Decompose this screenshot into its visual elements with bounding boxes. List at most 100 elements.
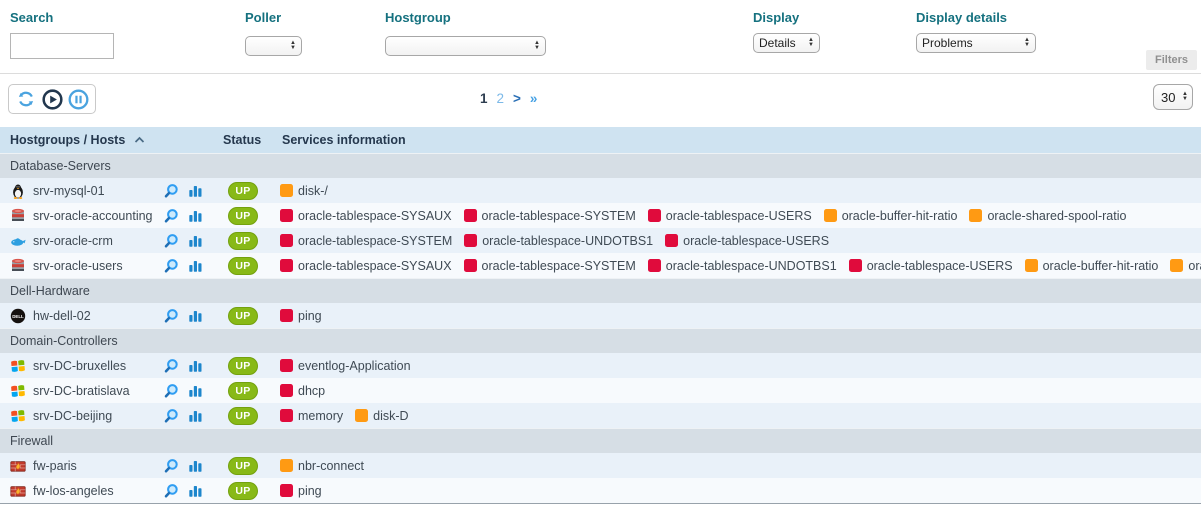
service-status-critical-square[interactable] [280,359,293,372]
select-arrows-icon: ▲▼ [290,41,296,51]
host-cell: srv-DC-bratislava [0,383,163,399]
host-name[interactable]: srv-oracle-accounting [33,209,153,223]
status-badge: UP [228,482,258,500]
host-name[interactable]: srv-mysql-01 [33,184,105,198]
last-page-button[interactable]: » [530,91,537,106]
display-select[interactable]: Details ▲▼ [753,33,820,53]
host-os-icon: DELL [10,308,26,324]
refresh-button[interactable] [15,88,37,110]
service-name[interactable]: oracle-tablespace-USERS [867,259,1013,273]
service-name[interactable]: oracle-tablespace-UNDOTBS1 [482,234,653,248]
service-status-critical-square[interactable] [280,209,293,222]
host-name[interactable]: srv-DC-beijing [33,409,112,423]
host-graph-button[interactable] [188,233,203,248]
page-button-1[interactable]: 1 [480,91,488,106]
search-input[interactable] [10,33,114,59]
service-status-critical-square[interactable] [280,259,293,272]
host-graph-button[interactable] [188,208,203,223]
host-details-button[interactable] [163,233,179,249]
host-name[interactable]: srv-DC-bratislava [33,384,130,398]
service-name[interactable]: memory [298,409,343,423]
service-name[interactable]: ping [298,484,322,498]
host-details-button[interactable] [163,483,179,499]
service-item: disk-/ [280,184,328,198]
host-name[interactable]: hw-dell-02 [33,309,91,323]
host-details-button[interactable] [163,183,179,199]
poller-select[interactable]: ▲▼ [245,36,302,56]
column-hostgroups-hosts[interactable]: Hostgroups / Hosts [0,133,223,147]
service-name[interactable]: ping [298,309,322,323]
service-status-critical-square[interactable] [280,409,293,422]
service-name[interactable]: oracle-tablespace-SYSTEM [298,234,452,248]
page-button-2[interactable]: 2 [497,91,505,106]
hostgroup-select[interactable]: ▲▼ [385,36,546,56]
service-name[interactable]: oracle-shared-spool-ratio [1188,259,1201,273]
service-name[interactable]: oracle-tablespace-USERS [666,209,812,223]
hostgroup-name: Firewall [10,434,53,448]
service-name[interactable]: nbr-connect [298,459,364,473]
host-name[interactable]: srv-DC-bruxelles [33,359,126,373]
service-name[interactable]: oracle-tablespace-SYSAUX [298,259,452,273]
page-size-select[interactable]: 30 ▲▼ [1153,84,1193,110]
host-details-button[interactable] [163,358,179,374]
column-services-information[interactable]: Services information [280,133,1201,147]
next-page-button[interactable]: > [513,91,521,106]
service-name[interactable]: dhcp [298,384,325,398]
service-name[interactable]: oracle-shared-spool-ratio [987,209,1126,223]
host-details-button[interactable] [163,308,179,324]
host-details-button[interactable] [163,383,179,399]
host-status-cell: UP [223,182,280,200]
service-status-warning-square[interactable] [824,209,837,222]
service-status-critical-square[interactable] [464,259,477,272]
host-details-button[interactable] [163,208,179,224]
host-details-button[interactable] [163,408,179,424]
service-status-warning-square[interactable] [355,409,368,422]
column-status[interactable]: Status [223,133,280,147]
service-status-critical-square[interactable] [648,209,661,222]
service-status-critical-square[interactable] [280,234,293,247]
service-name[interactable]: disk-D [373,409,408,423]
service-status-critical-square[interactable] [280,309,293,322]
service-status-warning-square[interactable] [280,459,293,472]
service-name[interactable]: oracle-tablespace-SYSTEM [482,209,636,223]
host-details-button[interactable] [163,458,179,474]
host-graph-button[interactable] [188,258,203,273]
service-name[interactable]: oracle-tablespace-UNDOTBS1 [666,259,837,273]
service-status-critical-square[interactable] [665,234,678,247]
display-details-select[interactable]: Problems ▲▼ [916,33,1036,53]
host-graph-button[interactable] [188,408,203,423]
service-name[interactable]: oracle-tablespace-SYSTEM [482,259,636,273]
service-status-critical-square[interactable] [280,384,293,397]
service-status-critical-square[interactable] [464,209,477,222]
service-name[interactable]: oracle-buffer-hit-ratio [842,209,958,223]
filters-button[interactable]: Filters [1146,50,1197,70]
service-name[interactable]: disk-/ [298,184,328,198]
service-status-warning-square[interactable] [280,184,293,197]
service-status-warning-square[interactable] [1170,259,1183,272]
service-status-critical-square[interactable] [849,259,862,272]
service-status-critical-square[interactable] [280,484,293,497]
pause-button[interactable] [67,88,89,110]
host-graph-button[interactable] [188,308,203,323]
host-graph-button[interactable] [188,358,203,373]
service-name[interactable]: oracle-tablespace-SYSAUX [298,209,452,223]
service-name[interactable]: oracle-buffer-hit-ratio [1043,259,1159,273]
service-name[interactable]: eventlog-Application [298,359,411,373]
host-graph-button[interactable] [188,183,203,198]
host-name[interactable]: srv-oracle-users [33,259,123,273]
service-status-warning-square[interactable] [1025,259,1038,272]
host-graph-button[interactable] [188,383,203,398]
host-details-button[interactable] [163,258,179,274]
host-name[interactable]: fw-los-angeles [33,484,114,498]
host-name[interactable]: fw-paris [33,459,77,473]
service-name[interactable]: oracle-tablespace-USERS [683,234,829,248]
host-actions-cell [163,358,223,374]
host-graph-button[interactable] [188,483,203,498]
play-button[interactable] [41,88,63,110]
host-cell: DELL hw-dell-02 [0,308,163,324]
service-status-critical-square[interactable] [464,234,477,247]
service-status-critical-square[interactable] [648,259,661,272]
host-name[interactable]: srv-oracle-crm [33,234,113,248]
host-graph-button[interactable] [188,458,203,473]
service-status-warning-square[interactable] [969,209,982,222]
